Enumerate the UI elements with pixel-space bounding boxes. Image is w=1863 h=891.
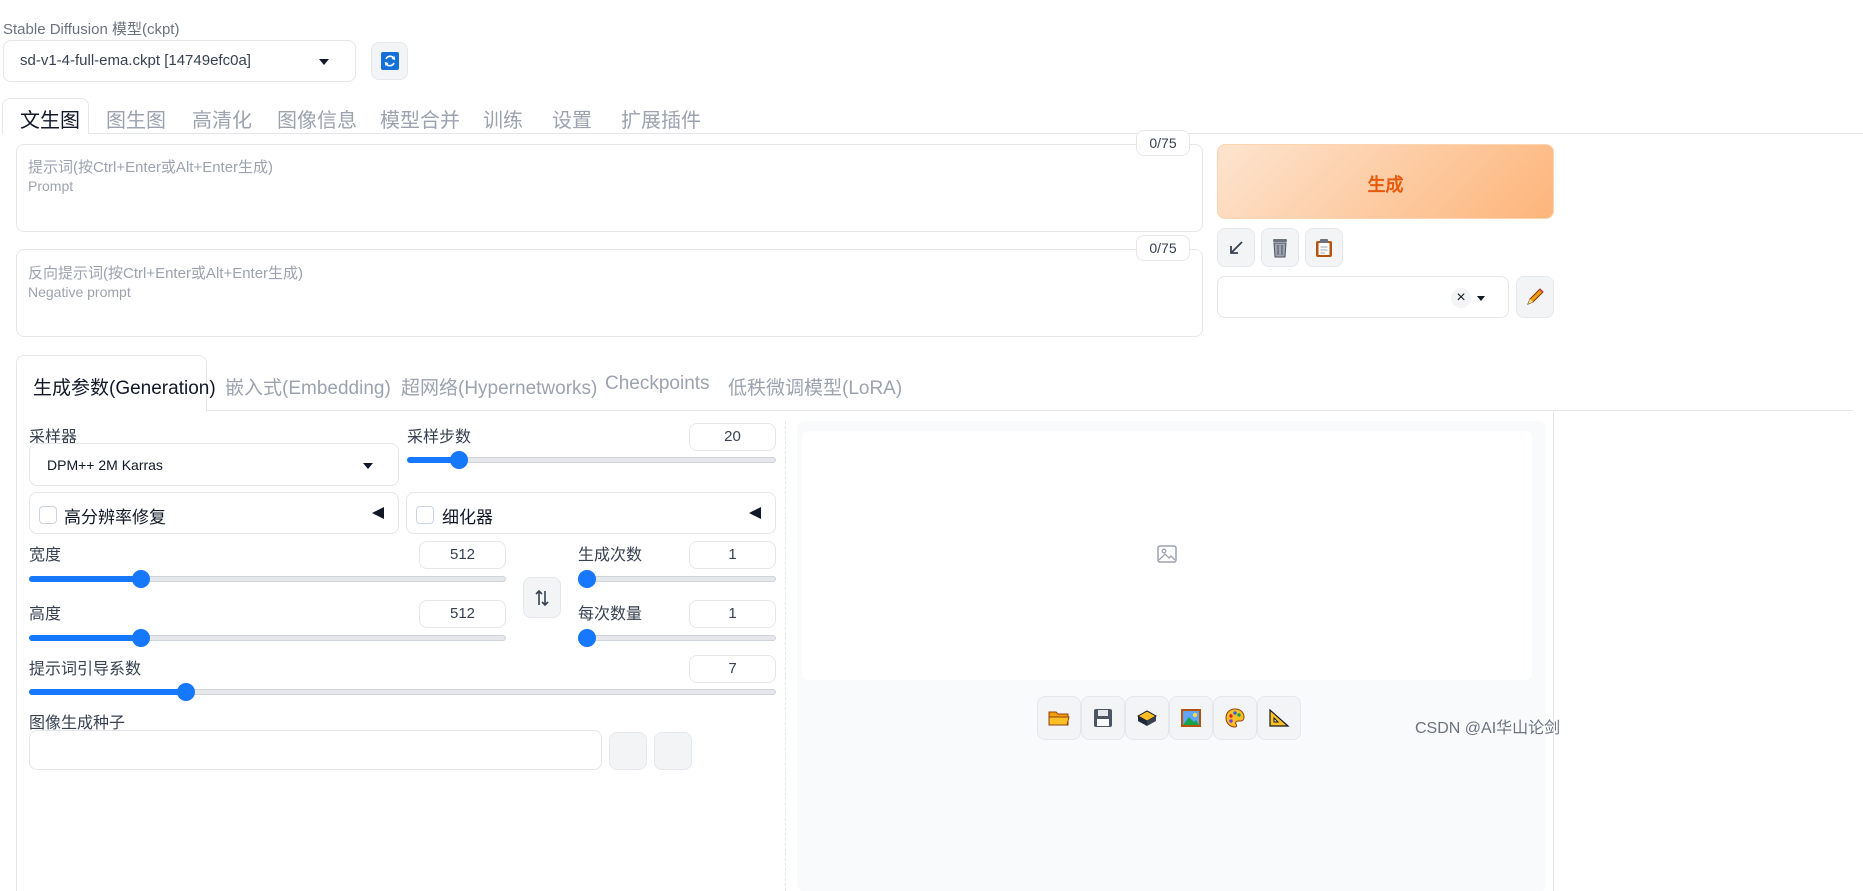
pencil-icon [1527,288,1544,305]
prompt-placeholder-en: Prompt [28,178,74,194]
tab-extensions[interactable]: 扩展插件 [621,104,701,133]
tab-settings[interactable]: 设置 [552,104,592,133]
tab-img2img[interactable]: 图生图 [106,104,166,133]
height-label: 高度 [29,606,62,623]
batch-count-slider[interactable] [578,569,776,589]
seed-input[interactable] [29,730,602,770]
checkpoint-selected: sd-v1-4-full-ema.ckpt [14749efc0a] [20,52,251,69]
width-input[interactable]: 512 [419,541,506,569]
send-to-inpaint-button[interactable] [1213,696,1257,740]
tab-generation-label: 生成参数(Generation) [33,378,216,399]
chevron-down-icon [1477,296,1485,301]
tab-train[interactable]: 训练 [483,104,523,133]
negative-prompt-textarea[interactable]: 反向提示词(按Ctrl+Enter或Alt+Enter生成) Negative … [16,249,1203,337]
swap-icon [535,589,549,606]
cfg-scale-slider[interactable] [29,682,776,702]
folder-icon [1048,711,1070,726]
swap-dimensions-button[interactable] [523,577,561,618]
cfg-scale-input[interactable]: 7 [689,655,776,683]
main-tabs: 文生图 图生图 高清化 图像信息 模型合并 训练 设置 扩展插件 [0,98,1863,136]
tab-checkpoints[interactable]: Checkpoints [605,373,710,395]
height-slider[interactable] [29,628,506,648]
batch-count-label: 生成次数 [578,547,643,564]
generate-button[interactable]: 生成 [1217,144,1554,219]
tab-png-info[interactable]: 图像信息 [277,104,357,133]
sampler-selected: DPM++ 2M Karras [47,457,163,473]
palette-icon [1225,708,1245,728]
archive-icon [1136,710,1158,726]
picture-icon [1181,709,1201,727]
batch-size-label: 每次数量 [578,606,643,623]
tab-upscale[interactable]: 高清化 [192,104,252,133]
prompt-textarea[interactable]: 提示词(按Ctrl+Enter或Alt+Enter生成) Prompt [16,144,1203,232]
height-input[interactable]: 512 [419,600,506,628]
open-folder-button[interactable] [1037,696,1081,740]
negative-prompt-placeholder: 反向提示词(按Ctrl+Enter或Alt+Enter生成) [28,265,304,282]
clipboard-icon [1316,238,1332,257]
steps-label: 采样步数 [407,429,472,446]
refiner-accordion[interactable]: 细化器 [406,492,776,534]
collapse-triangle-icon [749,507,761,519]
tab-lora[interactable]: 低秩微调模型(LoRA) [728,373,902,400]
checkpoint-label: Stable Diffusion 模型(ckpt) [3,21,180,38]
refiner-checkbox[interactable] [416,506,434,524]
checkpoint-dropdown[interactable]: sd-v1-4-full-ema.ckpt [14749efc0a] [3,40,356,82]
steps-input[interactable]: 20 [689,423,776,451]
styles-dropdown[interactable]: × [1217,276,1509,318]
image-icon [1157,545,1177,563]
floppy-disk-icon [1094,709,1112,727]
hires-fix-checkbox[interactable] [39,506,57,524]
width-slider[interactable] [29,569,506,589]
reuse-seed-button[interactable] [654,732,692,770]
output-gallery [802,431,1532,680]
collapse-triangle-icon [372,507,384,519]
chevron-down-icon [319,59,329,65]
random-seed-button[interactable] [609,732,647,770]
watermark: CSDN @AI华山论剑 [1415,720,1561,737]
tab-embedding[interactable]: 嵌入式(Embedding) [225,373,391,400]
batch-size-slider[interactable] [578,628,776,648]
edit-styles-button[interactable] [1516,276,1554,318]
read-params-button[interactable] [1217,228,1255,267]
hires-fix-label: 高分辨率修复 [64,508,166,527]
cfg-scale-label: 提示词引导系数 [29,661,142,678]
refresh-icon [380,52,399,70]
send-to-img2img-button[interactable] [1169,696,1213,740]
clear-prompt-button[interactable] [1261,228,1299,267]
apply-style-button[interactable] [1305,228,1343,267]
arrow-down-left-icon [1230,240,1243,254]
refiner-label: 细化器 [442,508,493,527]
tab-hypernetworks[interactable]: 超网络(Hypernetworks) [401,373,597,400]
batch-size-input[interactable]: 1 [689,600,776,628]
steps-slider[interactable] [407,450,776,470]
width-label: 宽度 [29,547,62,564]
chevron-down-icon [363,463,373,469]
hires-fix-accordion[interactable]: 高分辨率修复 [29,492,399,534]
clear-icon[interactable]: × [1451,288,1471,308]
negative-prompt-placeholder-en: Negative prompt [28,284,131,300]
save-button[interactable] [1081,696,1125,740]
zip-button[interactable] [1125,696,1169,740]
prompt-token-counter: 0/75 [1136,130,1190,156]
send-to-extras-button[interactable] [1257,696,1301,740]
triangle-ruler-icon [1269,708,1290,727]
tab-txt2img-label: 文生图 [20,110,80,132]
negative-prompt-token-counter: 0/75 [1136,235,1190,261]
generate-button-label: 生成 [1367,175,1404,195]
sampler-dropdown[interactable]: DPM++ 2M Karras [29,443,399,486]
trash-icon [1273,238,1287,257]
panel-divider [785,421,786,891]
sub-tabs: 生成参数(Generation) 嵌入式(Embedding) 超网络(Hype… [0,355,1863,412]
refresh-checkpoint-button[interactable] [371,42,408,80]
batch-count-input[interactable]: 1 [689,541,776,569]
tab-checkpoint-merger[interactable]: 模型合并 [380,104,460,133]
prompt-placeholder: 提示词(按Ctrl+Enter或Alt+Enter生成) [28,159,274,176]
